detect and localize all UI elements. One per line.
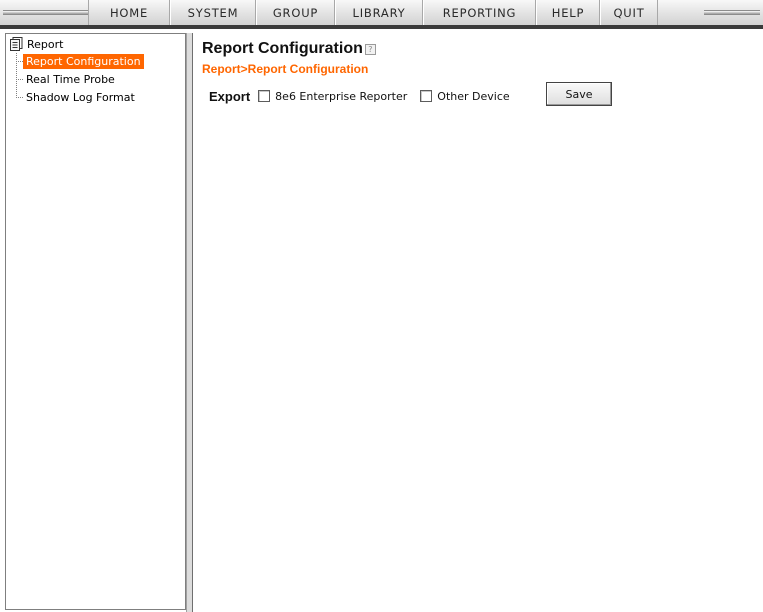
tree-root-label: Report xyxy=(27,37,64,51)
enterprise-reporter-checkbox[interactable] xyxy=(258,90,271,102)
help-icon[interactable]: ? xyxy=(364,43,376,55)
tree-item-label: Report Configuration xyxy=(23,54,144,69)
top-menu-bar: HOME SYSTEM GROUP LIBRARY REPORTING HELP… xyxy=(0,0,763,29)
menu-rail-left xyxy=(3,10,88,15)
menu-home[interactable]: HOME xyxy=(88,0,170,25)
tree-item-label: Real Time Probe xyxy=(26,73,115,86)
other-device-checkbox[interactable] xyxy=(420,90,433,102)
menu-system[interactable]: SYSTEM xyxy=(170,0,256,25)
export-options-row: Export 8e6 Enterprise Reporter Other Dev… xyxy=(209,84,523,108)
tree-item-real-time-probe[interactable]: Real Time Probe xyxy=(16,72,118,87)
breadcrumb: Report>Report Configuration xyxy=(202,62,369,76)
content-area: Report Configuration ? Report>Report Con… xyxy=(194,33,763,612)
menu-help[interactable]: HELP xyxy=(536,0,600,25)
document-icon xyxy=(10,37,23,51)
save-button[interactable]: Save xyxy=(546,82,612,106)
menu-group[interactable]: GROUP xyxy=(256,0,335,25)
menu-library[interactable]: LIBRARY xyxy=(335,0,423,25)
page-title: Report Configuration ? xyxy=(202,40,376,58)
panel-splitter[interactable] xyxy=(186,33,193,612)
menu-reporting[interactable]: REPORTING xyxy=(423,0,536,25)
page-title-text: Report Configuration xyxy=(202,40,363,57)
other-device-label: Other Device xyxy=(437,89,510,103)
menu-items: HOME SYSTEM GROUP LIBRARY REPORTING HELP… xyxy=(88,0,658,25)
tree-item-shadow-log-format[interactable]: Shadow Log Format xyxy=(16,90,138,105)
enterprise-reporter-label: 8e6 Enterprise Reporter xyxy=(275,89,408,103)
tree-item-report-configuration[interactable]: Report Configuration xyxy=(16,54,144,69)
menu-rail-right xyxy=(704,10,760,15)
navigation-tree: Report Report Configuration Real Time Pr… xyxy=(5,33,186,610)
tree-item-label: Shadow Log Format xyxy=(26,91,135,104)
export-label: Export xyxy=(209,88,251,104)
menu-quit[interactable]: QUIT xyxy=(600,0,658,25)
tree-root-report[interactable]: Report xyxy=(10,37,63,51)
